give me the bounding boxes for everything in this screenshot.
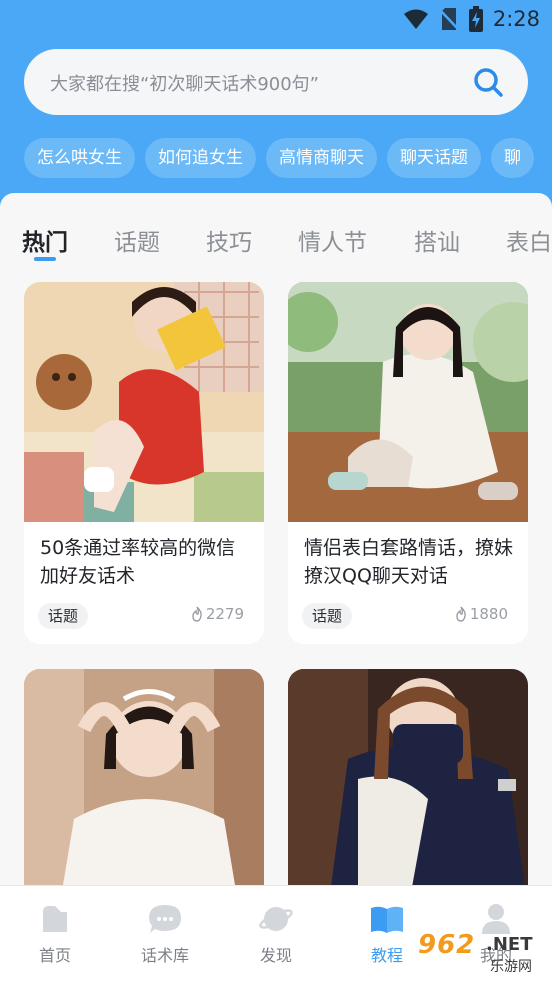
- fire-icon: [192, 606, 202, 622]
- nav-discover[interactable]: 发现: [236, 902, 316, 966]
- watermark-suffix: .NET: [486, 934, 533, 955]
- nav-home[interactable]: 首页: [15, 902, 95, 966]
- chip-hot-search[interactable]: 聊天话题: [387, 138, 481, 178]
- article-thumbnail: [24, 282, 264, 522]
- nav-label: 话术库: [140, 946, 189, 965]
- article-card[interactable]: 情侣表白套路情话，撩妹撩汉QQ聊天对话 话题 1880: [288, 282, 528, 644]
- site-watermark: 962 .NET 乐游网: [418, 930, 548, 978]
- watermark-caption: 乐游网: [490, 959, 532, 975]
- active-tab-indicator: [34, 257, 56, 261]
- tab-pickup[interactable]: 搭讪: [414, 223, 460, 257]
- wifi-icon: [403, 8, 429, 30]
- view-count: 1880: [454, 605, 508, 623]
- nav-tutorial[interactable]: 教程: [347, 902, 427, 966]
- tab-hot[interactable]: 热门: [22, 223, 68, 257]
- nav-label: 教程: [370, 946, 403, 965]
- battery-charging-icon: [468, 6, 483, 32]
- home-icon: [37, 902, 73, 936]
- tab-topics[interactable]: 话题: [114, 223, 160, 257]
- nav-label: 发现: [259, 946, 292, 965]
- article-card[interactable]: 50条通过率较高的微信加好友话术 话题 2279: [24, 282, 264, 644]
- search-bar[interactable]: 大家都在搜“初次聊天话术900句”: [24, 49, 528, 115]
- hot-search-chips: 怎么哄女生 如何追女生 高情商聊天 聊天话题聊: [24, 138, 552, 178]
- article-tag: 话题: [302, 603, 353, 629]
- category-tabs: 热门 话题 技巧 情人节 搭讪 表白: [0, 213, 552, 273]
- nav-chat-library[interactable]: 话术库: [125, 902, 205, 966]
- view-count-value: 2279: [205, 605, 244, 623]
- article-title: 50条通过率较高的微信加好友话术: [40, 537, 236, 587]
- article-title: 情侣表白套路情话，撩妹撩汉QQ聊天对话: [304, 537, 514, 587]
- search-icon[interactable]: [472, 66, 504, 98]
- article-thumbnail: [288, 282, 528, 522]
- chat-library-icon: [147, 902, 183, 936]
- article-thumbnail: [288, 669, 528, 885]
- content-sheet: 热门 话题 技巧 情人节 搭讪 表白 50条通过率较高的微信加好友话术 话题 2…: [0, 193, 552, 885]
- article-card[interactable]: [288, 669, 528, 885]
- view-count: 2279: [190, 605, 244, 623]
- chip-hot-search[interactable]: 聊: [491, 138, 534, 178]
- article-tag: 话题: [38, 603, 89, 629]
- tab-confession[interactable]: 表白: [506, 223, 552, 257]
- view-count-value: 1880: [469, 605, 508, 623]
- book-icon: [369, 902, 405, 936]
- no-sim-icon: [438, 7, 459, 31]
- tab-tips[interactable]: 技巧: [206, 223, 252, 257]
- status-time: 2:28: [492, 7, 540, 31]
- chip-hot-search[interactable]: 怎么哄女生: [24, 138, 135, 178]
- fire-icon: [456, 606, 466, 622]
- search-placeholder: 大家都在搜“初次聊天话术900句”: [50, 74, 320, 95]
- chip-hot-search[interactable]: 如何追女生: [145, 138, 256, 178]
- nav-label: 首页: [38, 946, 71, 965]
- chip-hot-search[interactable]: 高情商聊天: [266, 138, 377, 178]
- planet-icon: [258, 902, 294, 936]
- watermark-number: 962: [418, 930, 476, 960]
- status-bar: 2:28: [0, 0, 552, 36]
- article-thumbnail: [24, 669, 264, 885]
- tab-valentine[interactable]: 情人节: [298, 223, 367, 257]
- article-card[interactable]: [24, 669, 264, 885]
